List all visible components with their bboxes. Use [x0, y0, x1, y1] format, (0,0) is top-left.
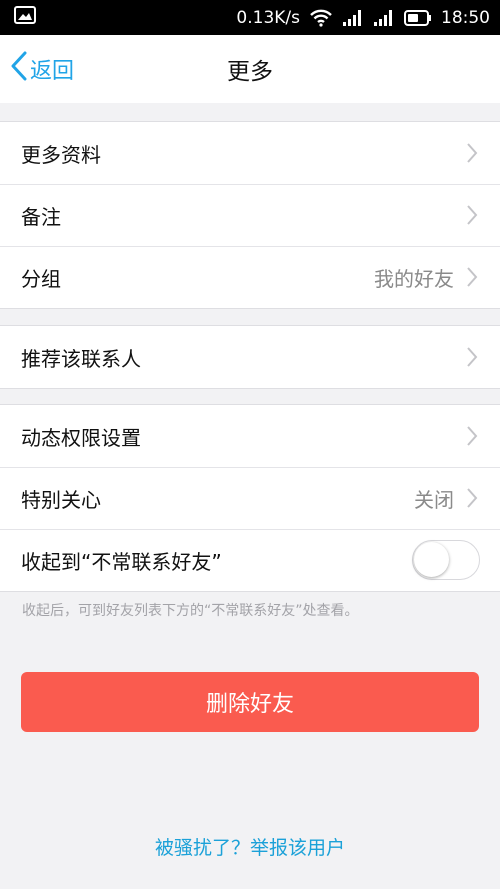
report-user-link[interactable]: 被骚扰了？举报该用户 [0, 833, 500, 860]
row-label: 动态权限设置 [21, 425, 141, 450]
settings-group-recommend: 推荐该联系人 [0, 325, 500, 389]
toggle-knob [414, 542, 449, 577]
signal-icon [342, 9, 364, 27]
row-feed-permissions[interactable]: 动态权限设置 [0, 405, 500, 467]
status-bar: 0.13K/s 18:50 [0, 0, 500, 35]
row-label: 收起到“不常联系好友” [21, 549, 222, 574]
status-indicators: 0.13K/s 18:50 [236, 8, 490, 28]
delete-friend-button[interactable]: 删除好友 [21, 672, 479, 732]
row-value: 关闭 [414, 487, 454, 512]
battery-icon [404, 9, 432, 27]
nav-bar: 返回 更多 [0, 35, 500, 103]
row-label: 分组 [21, 266, 61, 291]
row-group[interactable]: 分组 我的好友 [0, 246, 500, 308]
chevron-right-icon [466, 346, 478, 368]
chevron-right-icon [466, 425, 478, 447]
row-more-info[interactable]: 更多资料 [0, 122, 500, 184]
page-title: 更多 [227, 59, 273, 85]
row-special-care[interactable]: 特别关心 关闭 [0, 467, 500, 529]
row-label: 更多资料 [21, 142, 101, 167]
row-remark[interactable]: 备注 [0, 184, 500, 246]
chevron-right-icon [466, 204, 478, 226]
image-icon [14, 6, 36, 29]
chevron-right-icon [466, 266, 478, 288]
row-collapse-contact: 收起到“不常联系好友” [0, 529, 500, 591]
collapse-hint: 收起后，可到好友列表下方的“不常联系好友”处查看。 [22, 603, 359, 619]
signal-icon [373, 9, 395, 27]
row-recommend-contact[interactable]: 推荐该联系人 [0, 326, 500, 388]
row-value: 我的好友 [374, 266, 454, 291]
chevron-right-icon [466, 487, 478, 509]
chevron-right-icon [466, 142, 478, 164]
settings-group-privacy: 动态权限设置 特别关心 关闭 收起到“不常联系好友” [0, 404, 500, 592]
clock: 18:50 [441, 7, 490, 28]
row-label: 备注 [21, 204, 61, 229]
network-speed: 0.13K/s [236, 7, 300, 28]
wifi-icon [309, 9, 333, 27]
row-label: 推荐该联系人 [21, 346, 141, 371]
settings-group-profile: 更多资料 备注 分组 我的好友 [0, 121, 500, 309]
row-label: 特别关心 [21, 487, 101, 512]
collapse-toggle[interactable] [412, 540, 480, 580]
